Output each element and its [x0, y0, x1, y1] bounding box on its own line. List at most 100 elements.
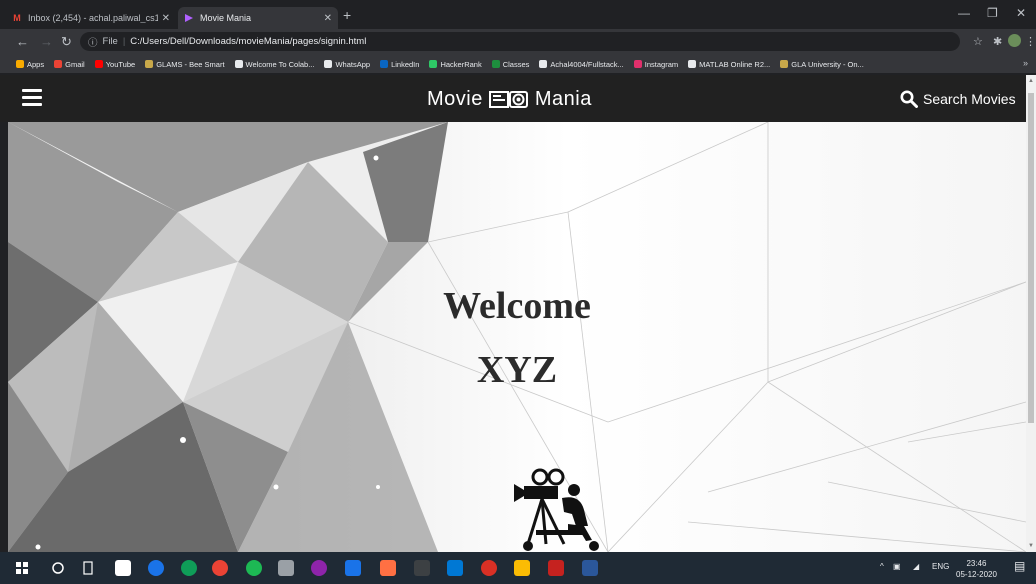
bookmark-favicon-icon [16, 60, 24, 68]
info-icon[interactable]: ⓘ [88, 35, 98, 49]
hamburger-menu-icon[interactable] [22, 89, 42, 107]
calculator-icon[interactable] [414, 560, 430, 576]
bookmark-favicon-icon [491, 60, 500, 68]
spotify-icon[interactable] [246, 560, 262, 576]
bookmark-star-icon[interactable]: ☆ [973, 35, 983, 48]
site-brand[interactable]: Movie Mania [427, 88, 592, 111]
bookmark-item[interactable]: Instagram [633, 60, 678, 69]
bookmark-item[interactable]: WhatsApp [324, 60, 370, 69]
bookmark-item[interactable]: Gmail [54, 60, 85, 69]
mail-icon[interactable] [115, 560, 131, 576]
snipping-tool-icon[interactable] [380, 560, 396, 576]
bookmark-favicon-icon [380, 60, 389, 68]
powerpoint-icon[interactable] [548, 560, 564, 576]
bookmark-item[interactable]: YouTube [94, 59, 136, 69]
zoom-icon[interactable] [345, 560, 361, 576]
notifications-icon[interactable]: ▤ [1014, 559, 1025, 573]
search-circle-icon[interactable] [50, 560, 66, 576]
site-navbar: Movie Mania Search Movies [0, 75, 1026, 122]
gmail-icon: M [13, 13, 21, 23]
skype-icon[interactable] [148, 560, 164, 576]
address-bar[interactable]: ⓘ File | C:/Users/Dell/Downloads/movieMa… [80, 32, 960, 51]
bookmarks-bar: Apps Gmail YouTube GLAMS - Bee Smart Welcome… [0, 55, 1036, 74]
bookmark-label: Welcome To Colab... [245, 59, 315, 69]
pen-app-icon[interactable] [278, 560, 294, 576]
username-heading: XYZ [476, 349, 558, 391]
bookmark-item[interactable]: Welcome To Colab... [234, 59, 315, 69]
vscode-icon[interactable] [447, 560, 463, 576]
bookmark-favicon-icon [688, 60, 697, 68]
bookmark-favicon-icon [234, 60, 243, 68]
tab-title: Inbox (2,454) - achal.paliwal_cs1 [28, 13, 158, 23]
bookmark-item[interactable]: MATLAB Online R2... [688, 60, 770, 69]
bookmark-label: HackerRank [440, 59, 482, 69]
search-movies-link[interactable]: Search Movies [900, 90, 1016, 108]
bookmark-label: GLA University - On... [791, 59, 864, 69]
bookmark-item[interactable]: Apps [16, 60, 44, 69]
tray-time: 23:46 [966, 559, 987, 568]
settings-gear-icon[interactable] [481, 560, 497, 576]
bookmark-item[interactable]: GLA University - On... [780, 60, 864, 69]
tray-network-icon[interactable]: ▣ [893, 562, 901, 571]
tray-wifi-icon[interactable]: ◢ [913, 562, 919, 571]
bookmark-item[interactable]: LinkedIn [380, 60, 419, 69]
bookmark-favicon-icon [94, 60, 103, 68]
chrome-icon[interactable] [212, 560, 228, 576]
tray-clock[interactable]: 23:46 05-12-2020 [956, 558, 997, 580]
task-view-icon[interactable] [80, 560, 96, 576]
word-icon[interactable] [582, 560, 598, 576]
url-text[interactable]: C:/Users/Dell/Downloads/movieMania/pages… [130, 36, 366, 47]
close-window-button[interactable]: ✕ [1016, 6, 1026, 20]
cameraman-silhouette-icon [514, 468, 599, 551]
browser-toolbar: ← → ↻ ⓘ File | C:/Users/Dell/Downloads/m… [0, 29, 1036, 55]
bookmarks-overflow-button[interactable]: » [1023, 58, 1028, 68]
brand-text-right: Mania [534, 88, 592, 110]
scroll-up-icon[interactable]: ▲ [1028, 78, 1034, 84]
tray-chevron-icon[interactable]: ^ [880, 562, 884, 571]
tray-date: 05-12-2020 [956, 570, 997, 579]
back-icon[interactable]: ← [16, 34, 29, 49]
bookmark-label: GLAMS - Bee Smart [156, 59, 225, 69]
tab-gmail-inbox[interactable]: M Inbox (2,454) - achal.paliwal_cs1 ✕ [6, 7, 176, 29]
menu-kebab-icon[interactable]: ⋮ [1025, 35, 1036, 48]
bookmark-label: YouTube [105, 59, 136, 69]
tray-language[interactable]: ENG [932, 562, 949, 571]
bookmark-favicon-icon [145, 60, 154, 68]
search-icon [900, 90, 918, 108]
scroll-down-icon[interactable]: ▼ [1028, 543, 1034, 549]
hero-background: Welcome XYZ [8, 122, 1026, 552]
page-scrollbar[interactable]: ▲ ▼ [1026, 75, 1036, 552]
windows-start-icon[interactable] [14, 560, 30, 576]
movie-mania-icon [184, 13, 194, 23]
bookmark-item[interactable]: Achal4004/Fullstack... [539, 60, 624, 69]
profile-avatar[interactable] [1008, 34, 1021, 47]
edge-icon[interactable] [181, 560, 197, 576]
bookmark-favicon-icon [54, 60, 63, 68]
file-explorer-icon[interactable] [514, 560, 530, 576]
windows-taskbar: ^ ▣ ◢ ENG 23:46 05-12-2020 ▤ [0, 552, 1036, 584]
tab-movie-mania[interactable]: Movie Mania ✕ [178, 7, 338, 29]
url-separator: | [122, 36, 126, 47]
film-projector-icon [488, 90, 528, 108]
bookmark-label: Gmail [65, 59, 85, 69]
extensions-icon[interactable]: ✱ [993, 35, 1002, 48]
github-desktop-icon[interactable] [311, 560, 327, 576]
bookmark-favicon-icon [429, 60, 438, 68]
bookmark-label: MATLAB Online R2... [699, 59, 771, 69]
scrollbar-thumb[interactable] [1028, 93, 1034, 423]
close-tab-icon[interactable]: ✕ [162, 13, 170, 24]
search-movies-label: Search Movies [923, 91, 1016, 107]
minimize-button[interactable]: — [958, 6, 970, 20]
bookmark-favicon-icon [780, 60, 789, 68]
bookmark-item[interactable]: Classes [491, 60, 529, 69]
reload-icon[interactable]: ↻ [61, 34, 72, 50]
maximize-button[interactable]: ❐ [987, 6, 998, 20]
close-tab-icon[interactable]: ✕ [324, 13, 332, 24]
browser-tab-strip: M Inbox (2,454) - achal.paliwal_cs1 ✕ Mo… [0, 0, 1036, 29]
forward-icon[interactable]: → [40, 34, 53, 49]
tab-title: Movie Mania [200, 13, 252, 23]
new-tab-button[interactable]: + [343, 7, 351, 23]
bookmark-item[interactable]: GLAMS - Bee Smart [145, 59, 225, 69]
bookmark-item[interactable]: HackerRank [429, 59, 482, 69]
welcome-heading: Welcome [443, 285, 591, 327]
